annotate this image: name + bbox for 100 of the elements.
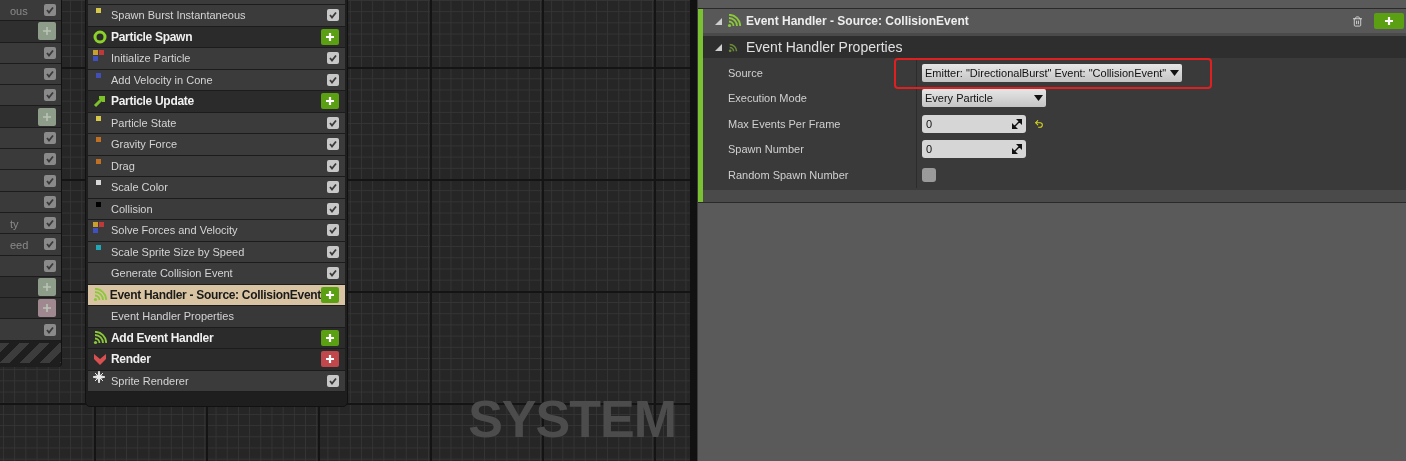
checkbox[interactable] — [327, 245, 339, 258]
checkbox[interactable] — [44, 131, 56, 144]
module-row[interactable]: Collision — [88, 198, 345, 220]
check-icon — [45, 196, 55, 207]
number-field[interactable]: 0 — [922, 114, 1026, 133]
module-row[interactable]: Spawn Burst Instantaneous — [88, 5, 345, 27]
add-button[interactable] — [321, 28, 339, 45]
module-label: Scale Sprite Size by Speed — [111, 244, 246, 260]
module-row[interactable]: Initialize Particle — [88, 48, 345, 70]
check-icon — [45, 154, 55, 165]
module-label: Spawn Burst Instantaneous — [111, 8, 247, 23]
stage-row[interactable]: Particle Update — [88, 91, 345, 113]
check-icon — [45, 324, 55, 335]
module-row[interactable]: Scale Color — [88, 177, 345, 199]
module-row[interactable]: Solve Forces and Velocity — [88, 220, 345, 242]
add-button[interactable] — [38, 299, 56, 318]
checkbox[interactable] — [327, 202, 339, 215]
delete-icon[interactable] — [1352, 15, 1363, 27]
checkbox[interactable] — [327, 267, 339, 280]
details-title: Event Handler - Source: CollisionEvent — [746, 13, 970, 30]
checkbox[interactable] — [327, 52, 339, 65]
add-button[interactable] — [38, 22, 56, 41]
module-label: Solve Forces and Velocity — [111, 223, 239, 238]
color-squares-icon — [93, 222, 104, 233]
add-button[interactable] — [321, 329, 339, 346]
checkbox[interactable] — [44, 68, 56, 81]
plus-icon — [325, 31, 335, 42]
module-label: Particle State — [111, 115, 178, 131]
ring-icon — [93, 29, 107, 44]
checkbox[interactable] — [327, 159, 339, 172]
details-header[interactable]: Event Handler - Source: CollisionEvent — [703, 9, 1406, 33]
chevron-icon — [93, 352, 107, 367]
stage-title: Render — [111, 351, 152, 369]
checkbox[interactable] — [327, 224, 339, 237]
checkbox[interactable] — [44, 195, 56, 208]
module-row[interactable]: Particle State — [88, 112, 345, 134]
checkbox[interactable] — [922, 167, 936, 182]
reset-icon[interactable] — [1034, 118, 1044, 129]
emitter-node[interactable] — [85, 0, 348, 407]
properties-row[interactable]: Event Handler Properties — [88, 306, 345, 328]
checkbox[interactable] — [44, 323, 56, 336]
checkbox[interactable] — [327, 9, 339, 22]
graph-canvas[interactable] — [0, 0, 690, 461]
section-header[interactable]: Event Handler Properties — [703, 36, 1406, 58]
resize-arrows-icon[interactable] — [1012, 144, 1022, 155]
caret-icon — [1170, 69, 1180, 76]
number-field[interactable]: 0 — [922, 140, 1026, 159]
stage-row[interactable]: Render — [88, 349, 345, 371]
graph-watermark: SYSTEM — [468, 393, 676, 445]
stage-title: Event Handler - Source: CollisionEvent — [109, 286, 321, 304]
stage-row[interactable]: Event Handler - Source: CollisionEvent — [88, 284, 345, 306]
module-row[interactable]: Sprite Renderer — [88, 370, 345, 392]
plus-icon — [42, 26, 52, 37]
add-button[interactable] — [321, 93, 339, 110]
module-row[interactable]: Gravity Force — [88, 134, 345, 156]
check-icon — [328, 225, 338, 236]
module-row[interactable]: Scale Sprite Size by Speed — [88, 241, 345, 263]
checkbox[interactable] — [327, 73, 339, 86]
checkbox[interactable] — [44, 217, 56, 230]
plus-icon — [42, 303, 52, 314]
signal-icon — [93, 330, 107, 345]
checkbox[interactable] — [327, 138, 339, 151]
property-label: Spawn Number — [728, 142, 804, 157]
checkbox[interactable] — [44, 153, 56, 166]
checkbox[interactable] — [44, 259, 56, 272]
checkbox[interactable] — [327, 116, 339, 129]
checkbox[interactable] — [44, 89, 56, 102]
collapse-icon[interactable] — [715, 43, 722, 51]
add-button[interactable] — [321, 351, 339, 368]
module-label: eed — [10, 239, 29, 252]
check-icon — [328, 375, 338, 386]
resize-arrows-icon[interactable] — [1012, 118, 1022, 129]
signal-icon — [727, 14, 741, 28]
property-label: Random Spawn Number — [728, 167, 849, 183]
plus-icon — [1384, 16, 1394, 26]
checkbox[interactable] — [44, 174, 56, 187]
checkbox[interactable] — [327, 181, 339, 194]
module-label: Sprite Renderer — [111, 373, 190, 389]
check-icon — [328, 246, 338, 257]
checkbox[interactable] — [327, 374, 339, 387]
stage-row[interactable]: Add Event Handler — [88, 327, 345, 349]
module-row[interactable]: Generate Collision Event — [88, 263, 345, 285]
checkbox[interactable] — [44, 46, 56, 59]
module-row[interactable]: Drag — [88, 155, 345, 177]
dropdown[interactable]: Every Particle — [922, 89, 1046, 108]
hazard-stripes — [0, 342, 61, 363]
section-title: Event Handler Properties — [746, 37, 903, 57]
property-label: Max Events Per Frame — [728, 116, 841, 132]
checkbox[interactable] — [44, 238, 56, 251]
plus-icon — [42, 111, 52, 122]
dropdown[interactable]: Emitter: "DirectionalBurst" Event: "CollisionEvent" — [922, 63, 1183, 82]
module-row[interactable]: Add Velocity in Cone — [88, 69, 345, 91]
module-label: ous — [10, 5, 28, 18]
stage-row[interactable]: Particle Spawn — [88, 26, 345, 48]
module-label: Collision — [111, 201, 154, 217]
add-button[interactable] — [38, 107, 56, 126]
checkbox[interactable] — [44, 4, 56, 17]
plus-icon — [325, 289, 335, 300]
collapse-icon[interactable] — [715, 17, 722, 25]
module-label: Initialize Particle — [111, 51, 192, 66]
